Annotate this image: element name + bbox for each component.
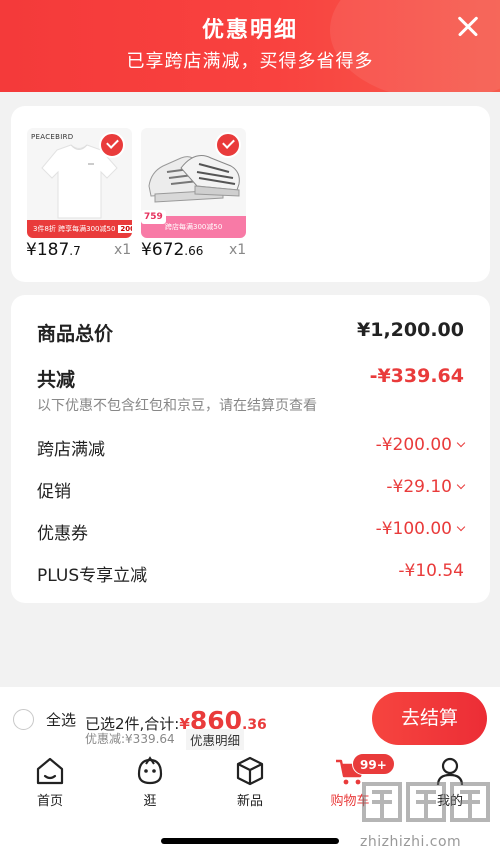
face-icon — [137, 756, 163, 785]
discount-item-value: -¥29.10 — [386, 477, 466, 497]
watermark-logo-icon — [362, 782, 490, 822]
tab-label: 逛 — [143, 794, 157, 809]
discount-value: -¥339.64 — [369, 365, 464, 387]
checkbox-checked-icon[interactable] — [215, 132, 241, 158]
cart-count-badge: 99+ — [352, 753, 395, 775]
tab-label: 首页 — [36, 794, 63, 809]
tab-label: 新品 — [236, 794, 263, 809]
saved-amount: 优惠减:¥339.64 — [85, 732, 175, 746]
select-all-radio[interactable] — [13, 709, 34, 730]
chevron-down-icon[interactable] — [456, 438, 466, 448]
home-indicator — [161, 838, 339, 844]
header: 优惠明细 已享跨店满减，买得多省得多 — [0, 0, 500, 92]
watermark: zhizhizhi.com — [360, 778, 494, 850]
product-price: ¥672.66 — [141, 240, 204, 260]
discount-item-value: -¥10.54 — [398, 561, 464, 581]
cube-icon — [236, 756, 264, 786]
discount-item-label: 优惠券 — [37, 524, 88, 544]
tab-browse[interactable]: 逛 — [118, 754, 182, 809]
home-icon — [36, 757, 64, 785]
total-label: 商品总价 — [37, 323, 114, 345]
discount-summary-card: 商品总价 ¥1,200.00 共减 -¥339.64 以下优惠不包含红包和京豆，… — [11, 295, 490, 603]
chevron-down-icon[interactable] — [456, 480, 466, 490]
product-price: ¥187.7 — [26, 240, 81, 260]
watermark-text: zhizhizhi.com — [360, 834, 462, 850]
promo-strip: 3件8折 跨享每满300减50200 — [27, 220, 132, 238]
chevron-down-icon[interactable] — [456, 522, 466, 532]
page-subtitle: 已享跨店满减，买得多省得多 — [126, 51, 374, 72]
product-qty: x1 — [114, 242, 132, 258]
discount-detail-link[interactable]: 优惠明细 — [186, 729, 245, 750]
discount-note: 以下优惠不包含红包和京豆，请在结算页查看 — [37, 398, 317, 414]
total-value: ¥1,200.00 — [357, 319, 464, 341]
tab-home[interactable]: 首页 — [18, 754, 82, 809]
discount-label: 共减 — [37, 369, 76, 391]
product-card: PEACEBIRD 3件8折 跨享每满300减50200 ¥187.7 x1 7… — [11, 106, 490, 282]
brand-logo: PEACEBIRD — [31, 133, 74, 141]
discount-item-value: -¥200.00 — [376, 435, 466, 455]
tab-new[interactable]: 新品 — [218, 754, 282, 809]
page-title: 优惠明细 — [201, 18, 298, 43]
discount-item-label: PLUS专享立减 — [37, 566, 148, 586]
product-qty: x1 — [229, 242, 247, 258]
discount-item-value: -¥100.00 — [376, 519, 466, 539]
select-all-label[interactable]: 全选 — [46, 709, 76, 730]
discount-item-label: 促销 — [37, 482, 71, 502]
checkout-button[interactable]: 去结算 — [372, 692, 487, 745]
promo-strip: 759 跨店每满300减50 — [141, 210, 246, 238]
close-icon[interactable] — [452, 10, 484, 42]
checkbox-checked-icon[interactable] — [99, 132, 125, 158]
discount-item-label: 跨店满减 — [37, 440, 105, 460]
